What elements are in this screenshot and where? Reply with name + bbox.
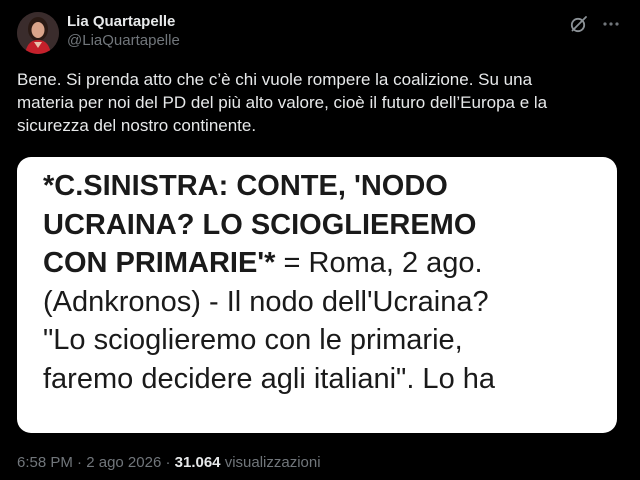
post-container: Lia Quartapelle @LiaQuartapelle Bene. Si… xyxy=(0,0,640,480)
media-text-line: "Lo scioglieremo con le primarie, xyxy=(43,324,463,356)
post-top-actions xyxy=(568,13,622,35)
media-text-line: CON PRIMARIE'* = Roma, 2 ago. xyxy=(43,244,617,283)
more-dots-icon[interactable] xyxy=(600,13,622,35)
media-text-line: faremo decidere agli italiani". Lo ha xyxy=(43,362,496,395)
media-text-line: UCRAINA? LO SCIOGLIEREMO xyxy=(43,208,477,241)
avatar-image xyxy=(17,12,59,54)
meta-separator: · xyxy=(161,454,175,471)
post-text-line: materia per noi del PD del più alto valo… xyxy=(17,93,548,112)
media-text-rest: = Roma, 2 ago. xyxy=(275,247,483,279)
post-text-line: Bene. Si prenda atto che c’è chi vuole r… xyxy=(17,70,533,89)
media-article-text: *C.SINISTRA: CONTE, 'NODO UCRAINA? LO SC… xyxy=(43,167,617,398)
avatar[interactable] xyxy=(17,12,59,54)
author-handle[interactable]: @LiaQuartapelle xyxy=(67,31,180,51)
author-names: Lia Quartapelle @LiaQuartapelle xyxy=(67,12,180,51)
post-date: 2 ago 2026 xyxy=(86,454,162,471)
post-text: Bene. Si prenda atto che c’è chi vuole r… xyxy=(17,68,617,137)
media-text-line: (Adnkronos) - Il nodo dell'Ucraina? xyxy=(43,285,489,318)
post-timestamp-link[interactable]: 6:58 PM · 2 ago 2026 xyxy=(17,454,161,471)
views-label: visualizzazioni xyxy=(220,454,321,471)
media-text-bold: CON PRIMARIE'* xyxy=(43,247,276,279)
post-media-image[interactable]: *C.SINISTRA: CONTE, 'NODO UCRAINA? LO SC… xyxy=(17,157,617,433)
post-time: 6:58 PM xyxy=(17,454,73,471)
post-meta: 6:58 PM · 2 ago 2026 · 31.064 visualizza… xyxy=(17,453,321,473)
grok-slash-circle-icon[interactable] xyxy=(568,13,590,35)
views-count: 31.064 xyxy=(174,454,221,471)
author-display-name[interactable]: Lia Quartapelle xyxy=(67,12,180,31)
meta-separator: · xyxy=(72,454,87,471)
post-text-line: sicurezza del nostro continente. xyxy=(17,116,257,135)
media-text-line: *C.SINISTRA: CONTE, 'NODO xyxy=(43,170,448,202)
